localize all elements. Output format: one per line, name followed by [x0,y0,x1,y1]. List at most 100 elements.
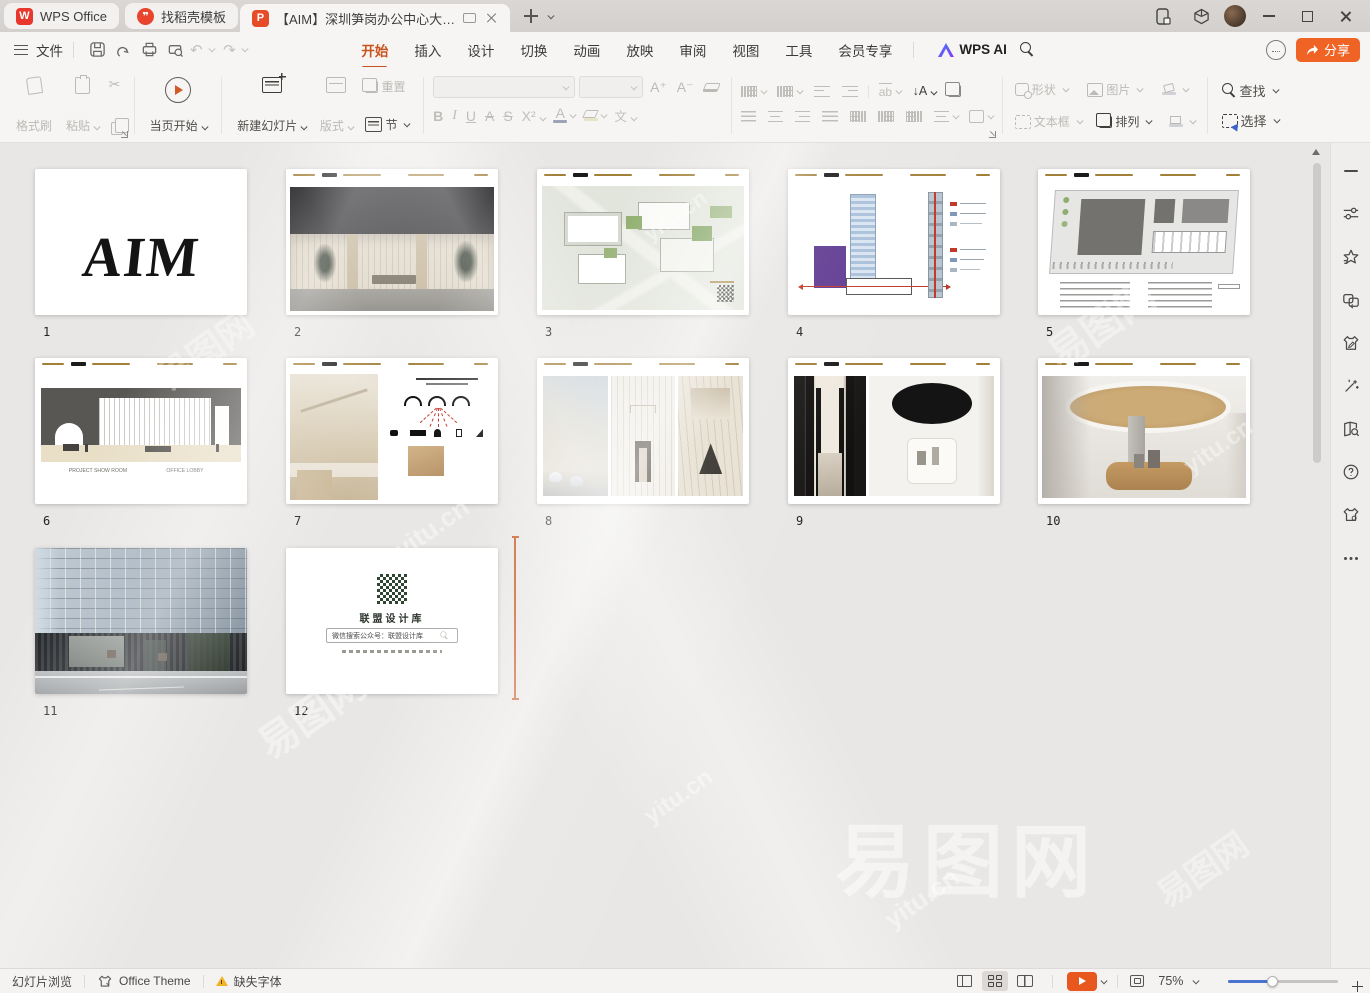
slide-thumbnail-5[interactable] [1038,169,1250,315]
help-icon[interactable] [1266,40,1286,60]
tab-design[interactable]: 设计 [456,34,505,66]
row-spacing-down-icon[interactable] [906,111,922,122]
layout-button[interactable]: 版式 [314,71,359,140]
scroll-up-icon[interactable] [1312,149,1320,155]
clear-format-button[interactable] [701,76,722,98]
print-icon[interactable] [136,38,162,62]
tab-slideshow[interactable]: 放映 [615,34,664,66]
3d-cube-icon[interactable] [1186,3,1216,29]
slide-thumbnail-4[interactable] [788,169,1000,315]
char-spacing-button[interactable]: A [485,108,494,124]
outline-color-button[interactable] [1166,114,1198,130]
italic-button[interactable]: I [452,108,457,124]
magic-wand-icon[interactable] [1341,376,1361,396]
minimize-window-icon[interactable] [1254,3,1284,29]
bold-button[interactable]: B [433,108,443,124]
section-button[interactable]: 节 [362,114,412,135]
new-tab-icon[interactable] [524,9,538,23]
effects-star-icon[interactable] [1341,247,1361,267]
bullet-list-icon[interactable] [741,86,757,97]
tab-document-active[interactable]: P 【AIM】深圳笋岗办公中心大… [240,4,510,32]
tab-member[interactable]: 会员专享 [827,34,903,66]
redo-chevron-icon[interactable] [242,46,248,52]
tab-docer-templates[interactable]: ❞ 找稻壳模板 [125,3,238,29]
distribute-icon[interactable] [850,111,866,122]
tab-insert[interactable]: 插入 [403,34,452,66]
shape-switch-icon[interactable] [1341,290,1361,310]
slide-thumbnail-9[interactable] [788,358,1000,504]
tab-review[interactable]: 审阅 [668,34,717,66]
file-menu[interactable]: 文件 [36,40,63,60]
zoom-slider[interactable] [1228,980,1338,983]
print-preview-icon[interactable] [162,38,188,62]
tab-list-chevron-icon[interactable] [548,12,554,18]
vertical-align-icon[interactable] [969,110,984,123]
font-name-combobox[interactable] [433,76,575,98]
normal-view-button[interactable] [952,971,978,991]
text-direction-button[interactable]: ab [879,83,892,99]
vertical-text-button[interactable]: ↓A [913,84,936,98]
increase-font-button[interactable]: A⁺ [647,76,670,98]
justify-icon[interactable] [822,111,838,122]
missing-font-warning[interactable]: 缺失字体 [216,973,282,990]
picture-button[interactable]: 图片 [1084,79,1145,100]
slide-thumbnail-10[interactable] [1038,358,1250,504]
undo-chevron-icon[interactable] [208,46,214,52]
slide-thumbnail-7[interactable] [286,358,498,504]
slide-thumbnail-2[interactable] [286,169,498,315]
shapes-button[interactable]: 形状 [1012,79,1071,100]
slide-thumbnail-8[interactable] [537,358,749,504]
highlight-button[interactable] [584,110,598,122]
numbered-list-icon[interactable] [777,86,793,97]
redo-icon[interactable]: ↷ [221,41,238,59]
tab-view[interactable]: 视图 [721,34,770,66]
clipboard-group-expand-icon[interactable] [121,131,128,138]
slide-thumbnail-6[interactable]: PROJECT SHOW ROOM OFFICE LOBBY [35,358,247,504]
format-painter-button[interactable]: 格式刷 [10,71,58,140]
zoom-level[interactable]: 75% [1158,974,1183,988]
design-edit-icon[interactable] [1341,333,1361,353]
tab-wps-home[interactable]: W WPS Office [4,3,119,29]
hamburger-menu-icon[interactable] [14,45,28,55]
line-spacing-icon[interactable] [934,111,949,122]
play-slideshow-button[interactable] [1067,972,1097,991]
font-color-button[interactable]: A [553,108,567,123]
slide-thumbnail-11[interactable] [35,548,247,694]
strikethrough-button[interactable]: S [503,108,512,124]
maximize-window-icon[interactable] [1292,3,1322,29]
new-slide-button[interactable]: 新建幻灯片 [231,71,312,140]
tab-animation[interactable]: 动画 [562,34,611,66]
share-button[interactable]: 分享 [1296,38,1360,62]
vertical-scrollbar[interactable] [1312,145,1321,965]
close-window-icon[interactable] [1330,3,1360,29]
wps-ai-button[interactable]: WPS AI [938,42,1007,57]
align-center-icon[interactable] [768,111,783,122]
collapse-panel-icon[interactable] [1341,161,1361,181]
tab-tools[interactable]: 工具 [774,34,823,66]
save-icon[interactable] [84,38,110,62]
decrease-indent-icon[interactable] [814,86,830,97]
paste-button[interactable]: 粘贴 [60,71,105,140]
undo-icon[interactable]: ↶ [188,41,205,59]
font-size-combobox[interactable] [579,76,643,98]
paragraph-group-expand-icon[interactable] [989,131,996,138]
textbox-button[interactable]: 文本框 [1012,111,1085,132]
arrange-button[interactable]: 排列 [1096,111,1154,132]
tab-transition[interactable]: 切换 [509,34,558,66]
decrease-font-button[interactable]: A⁻ [674,76,697,98]
slide-thumbnail-12[interactable]: 联盟设计库 微信搜索公众号：联盟设计库 [286,548,498,694]
theme-button[interactable]: Office Theme [97,974,191,989]
slide-thumbnail-1[interactable]: AIM [35,169,247,315]
fill-color-button[interactable] [1159,82,1191,98]
phonetic-guide-button[interactable]: 文 [614,106,635,125]
increase-indent-icon[interactable] [842,86,858,97]
convert-smartart-icon[interactable] [948,85,961,97]
row-spacing-up-icon[interactable] [878,111,894,122]
align-left-icon[interactable] [741,111,756,122]
help-circle-icon[interactable] [1341,462,1361,482]
more-options-icon[interactable] [1341,548,1361,568]
slide-sorter-view-button[interactable] [982,971,1008,991]
scrollbar-thumb[interactable] [1313,163,1321,463]
close-document-tab-icon[interactable] [486,12,498,24]
align-right-icon[interactable] [795,111,810,122]
